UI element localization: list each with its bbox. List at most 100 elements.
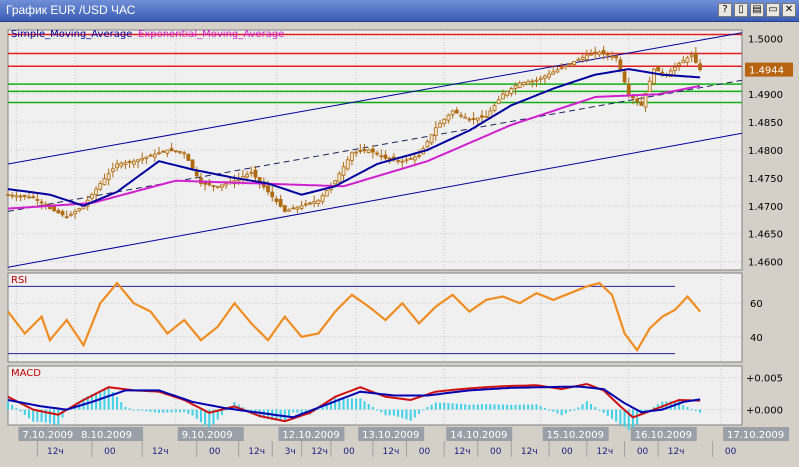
macd-histogram-bar (510, 404, 513, 410)
macd-histogram-bar (15, 408, 18, 410)
macd-histogram-bar (371, 406, 374, 410)
candle-body (580, 56, 585, 60)
candle-body (379, 155, 384, 158)
tile-button[interactable]: ▤ (750, 3, 764, 17)
macd-histogram-bar (170, 409, 173, 413)
macd-histogram-bar (19, 409, 22, 412)
candle-body (266, 185, 270, 193)
macd-histogram-bar (191, 409, 194, 416)
candle-body (442, 118, 447, 125)
macd-histogram-bar (413, 409, 416, 418)
hour-label: 12ч (248, 447, 265, 457)
macd-histogram-bar (292, 409, 295, 413)
hour-label: 12ч (152, 447, 169, 457)
candle-body (639, 101, 644, 106)
macd-histogram-bar (590, 403, 593, 410)
candle-body (605, 53, 610, 56)
hour-label: 12ч (47, 447, 64, 457)
price-tick-label: 1.5000 (748, 34, 783, 45)
date-label: 9.10.2009 (182, 430, 233, 441)
candle-body (6, 194, 10, 197)
candle-body (299, 205, 304, 209)
candle-body (39, 201, 44, 204)
candle-body (119, 162, 124, 167)
candle-body (572, 60, 577, 65)
candle-body (412, 156, 417, 161)
macd-histogram-bar (485, 404, 488, 410)
rsi-tick-label: 40 (750, 333, 763, 344)
macd-histogram-bar (682, 405, 685, 410)
candle-body (501, 93, 505, 100)
hour-label: 12ч (596, 447, 613, 457)
restore-button[interactable]: ▯ (734, 3, 748, 17)
candle-body (656, 66, 661, 72)
candle-body (568, 63, 572, 65)
macd-histogram-bar (11, 404, 14, 410)
macd-histogram-bar (137, 409, 140, 411)
macd-histogram-bar (363, 401, 366, 410)
candle (656, 66, 661, 72)
candle-body (10, 194, 15, 197)
minimize-button[interactable]: ▭ (766, 3, 780, 17)
macd-histogram-bar (48, 409, 51, 424)
candle-body (450, 110, 455, 116)
chart-canvas[interactable]: 1.50001.49501.49001.48501.48001.47501.47… (0, 21, 799, 467)
candle-body (123, 162, 128, 165)
candle-body (224, 183, 229, 186)
macd-histogram-bar (443, 402, 446, 410)
price-tick-label: 1.4650 (748, 230, 783, 241)
macd-histogram-bar (531, 404, 534, 410)
candle-body (534, 79, 539, 82)
price-tick-label: 1.4850 (748, 118, 783, 129)
macd-histogram-bar (107, 387, 110, 410)
macd-histogram-bar (569, 409, 572, 412)
date-label: 8.10.2009 (81, 430, 132, 441)
macd-histogram-bar (384, 409, 387, 416)
macd-histogram-bar (195, 409, 198, 419)
candle (186, 153, 191, 161)
legend-sma: Simple_Moving_Average (11, 29, 132, 40)
help-button[interactable]: ? (718, 3, 732, 17)
macd-histogram-bar (439, 402, 442, 410)
candle-body (480, 115, 484, 118)
macd-histogram-bar (615, 409, 618, 422)
price-tick-label: 1.4700 (748, 202, 783, 213)
hour-label: 00 (104, 447, 116, 457)
window-title: График EUR /USD ЧАС (6, 3, 136, 17)
candle-body (35, 199, 40, 201)
candle-body (186, 154, 191, 161)
candle-body (387, 157, 392, 160)
macd-histogram-bar (472, 404, 475, 410)
candle-body (563, 65, 568, 68)
candle-body (131, 160, 136, 165)
macd-histogram-bar (610, 409, 613, 419)
macd-histogram-bar (501, 404, 504, 410)
close-button[interactable]: ✕ (782, 3, 796, 17)
candle-body (178, 151, 182, 153)
hour-label: 00 (209, 447, 221, 457)
macd-histogram-bar (7, 401, 9, 410)
candle-body (148, 154, 153, 157)
macd-histogram-bar (178, 409, 181, 413)
title-bar[interactable]: График EUR /USD ЧАС ? ▯ ▤ ▭ ✕ (0, 0, 799, 22)
hour-label: 12ч (454, 447, 471, 457)
candle-body (69, 213, 73, 216)
macd-histogram-bar (120, 401, 123, 410)
candle-body (618, 59, 623, 71)
candle-body (601, 50, 606, 55)
candle-body (287, 209, 291, 212)
macd-histogram-bar (141, 409, 144, 411)
chart-window: График EUR /USD ЧАС ? ▯ ▤ ▭ ✕ 1.5000 1.49… (0, 0, 799, 467)
candle-body (333, 180, 338, 185)
candle-body (484, 116, 489, 118)
candle-body (94, 188, 98, 196)
legend-macd: MACD (11, 368, 41, 379)
macd-histogram-bar (296, 409, 299, 413)
candle-body (190, 159, 195, 169)
macd-histogram-bar (585, 401, 588, 410)
macd-histogram-bar (128, 408, 131, 410)
date-label: 16.10.2009 (635, 430, 692, 441)
macd-histogram-bar (149, 409, 152, 412)
macd-histogram-bar (355, 398, 358, 410)
candle-body (383, 154, 388, 159)
